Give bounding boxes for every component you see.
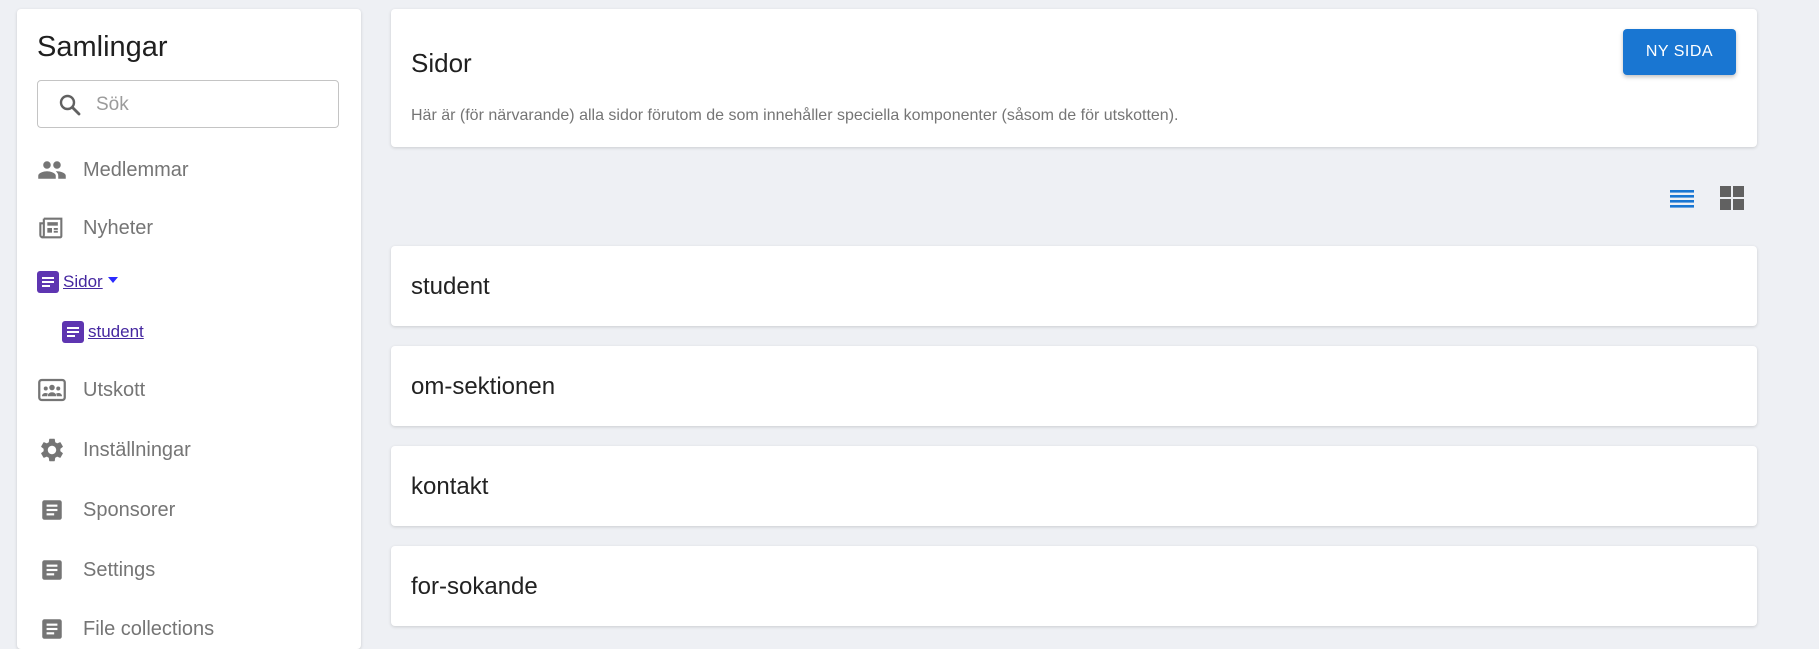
page-icon — [62, 321, 84, 343]
sidebar-item-label: File collections — [83, 617, 215, 640]
sidebar-item-utskott[interactable]: Utskott — [37, 372, 145, 408]
caret-down-icon[interactable] — [107, 273, 119, 291]
page-list-item[interactable]: for-sokande — [391, 546, 1757, 626]
list-view-icon — [1669, 186, 1695, 215]
sidebar-item-label: Settings — [83, 558, 156, 581]
sidebar-item-label: Utskott — [83, 378, 146, 401]
sidebar-item-nyheter[interactable]: Nyheter — [37, 210, 153, 246]
sidebar-item-file-collections[interactable]: File collections — [37, 611, 214, 647]
sidebar-subitem-student[interactable]: student — [62, 321, 144, 343]
search-input[interactable] — [94, 89, 328, 121]
page-icon — [37, 271, 59, 293]
sidebar-item-sidor[interactable]: Sidor — [37, 271, 119, 293]
grid-view-button[interactable] — [1717, 185, 1747, 215]
page-list-item[interactable]: student — [391, 246, 1757, 326]
header-card: Sidor Här är (för närvarande) alla sidor… — [391, 9, 1757, 147]
sidebar-item-label: Sponsorer — [83, 498, 176, 521]
page-title: Sidor — [411, 48, 472, 78]
gear-icon — [37, 435, 67, 465]
page-description: Här är (för närvarande) alla sidor förut… — [411, 107, 1179, 124]
search-box[interactable] — [37, 80, 339, 128]
new-page-button[interactable]: NY SIDA — [1623, 29, 1736, 75]
sidebar-item-medlemmar[interactable]: Medlemmar — [37, 152, 189, 188]
sidebar-subitem-label: student — [88, 322, 144, 341]
sidebar-item-settings[interactable]: Settings — [37, 552, 155, 588]
sidebar-title: Samlingar — [37, 31, 168, 63]
document-icon — [37, 495, 67, 525]
page-list-item[interactable]: kontakt — [391, 446, 1757, 526]
sidebar: Samlingar Medlemmar Nyheter Sidor — [17, 9, 361, 649]
group-card-icon — [37, 375, 67, 405]
newspaper-icon — [37, 213, 67, 243]
grid-view-icon — [1719, 185, 1745, 216]
document-icon — [37, 614, 67, 644]
page-list-item-label: om-sektionen — [411, 373, 556, 400]
sidebar-item-label: Inställningar — [83, 438, 191, 461]
sidebar-item-label: Sidor — [63, 272, 103, 291]
search-icon — [58, 93, 82, 117]
people-icon — [37, 155, 67, 185]
page-list-item-label: for-sokande — [411, 573, 538, 600]
list-view-button[interactable] — [1667, 185, 1697, 215]
sidebar-item-installningar[interactable]: Inställningar — [37, 432, 191, 468]
page-list-item-label: student — [411, 273, 490, 300]
sidebar-item-sponsorer[interactable]: Sponsorer — [37, 492, 175, 528]
document-icon — [37, 555, 67, 585]
page-list-item[interactable]: om-sektionen — [391, 346, 1757, 426]
sidebar-item-label: Nyheter — [83, 216, 154, 239]
page-list-item-label: kontakt — [411, 473, 489, 500]
sidebar-item-label: Medlemmar — [83, 158, 189, 181]
